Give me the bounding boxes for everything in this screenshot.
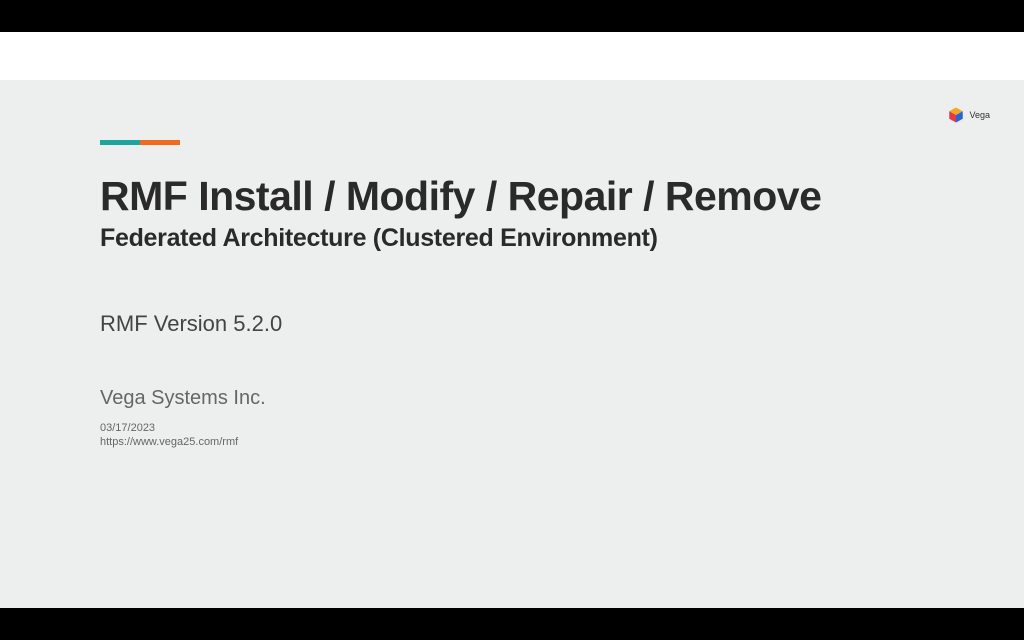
letterbox-bottom <box>0 608 1024 640</box>
cube-icon <box>947 106 965 124</box>
slide-subtitle: Federated Architecture (Clustered Enviro… <box>100 224 1024 253</box>
accent-teal-segment <box>100 140 140 145</box>
brand-name: Vega <box>969 110 990 120</box>
url-label: https://www.vega25.com/rmf <box>100 436 1024 448</box>
slide-content: Vega RMF Install / Modify / Repair / Rem… <box>0 80 1024 608</box>
accent-orange-segment <box>140 140 180 145</box>
letterbox-top <box>0 0 1024 32</box>
date-label: 03/17/2023 <box>100 422 1024 434</box>
company-name: Vega Systems Inc. <box>100 387 1024 410</box>
whitespace-bar <box>0 32 1024 80</box>
brand-logo: Vega <box>947 106 990 124</box>
version-label: RMF Version 5.2.0 <box>100 311 1024 337</box>
slide-title: RMF Install / Modify / Repair / Remove <box>100 173 1024 220</box>
accent-bar <box>100 140 180 145</box>
